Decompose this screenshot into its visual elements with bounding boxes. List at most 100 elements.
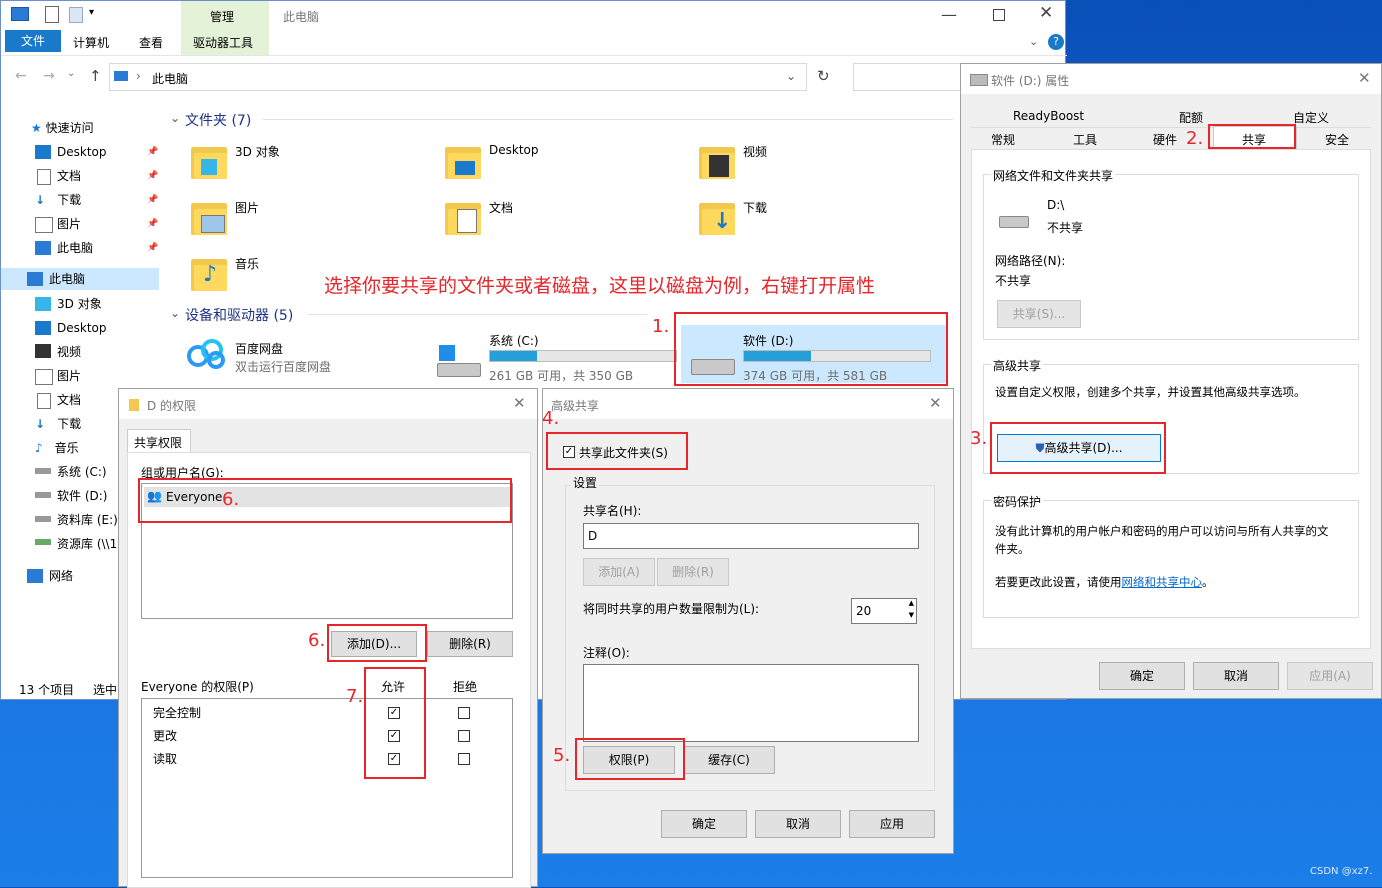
help-icon[interactable]: ? (1048, 34, 1064, 50)
user-limit-spinner[interactable]: 20 ▲ ▼ (851, 598, 917, 624)
add-share-button[interactable]: 添加(A) (583, 558, 655, 586)
tab-security[interactable]: 安全 (1325, 131, 1349, 148)
ok-button[interactable]: 确定 (1099, 662, 1185, 690)
properties-icon[interactable] (45, 6, 59, 23)
sidebar-item-videos[interactable]: 视频 (35, 341, 81, 363)
address-bar[interactable]: › 此电脑 ⌄ (109, 63, 807, 91)
sidebar-item-pictures[interactable]: 图片 (35, 213, 81, 235)
share-button[interactable]: 共享(S)... (997, 300, 1081, 328)
tab-share-permissions[interactable]: 共享权限 (127, 429, 191, 454)
tab-view[interactable]: 查看 (139, 33, 163, 53)
tab-drive-tools[interactable]: 驱动器工具 (193, 33, 253, 53)
pin-icon[interactable]: 📌 (147, 195, 158, 205)
sidebar-item-pictures2[interactable]: 图片 (35, 365, 81, 387)
customize-chevron-icon[interactable]: ▾ (89, 7, 94, 18)
folder-documents-icon[interactable] (445, 197, 481, 235)
apply-button[interactable]: 应用 (849, 810, 935, 838)
forward-icon[interactable]: → (43, 68, 55, 84)
remove-share-button[interactable]: 删除(R) (657, 558, 729, 586)
search-input[interactable] (853, 63, 973, 91)
folder-music-icon[interactable]: ♪ (191, 253, 227, 291)
deny-checkbox[interactable] (458, 730, 470, 742)
sidebar-item-docs[interactable]: 文档 (35, 165, 81, 187)
new-folder-icon[interactable] (69, 7, 83, 23)
deny-checkbox[interactable] (458, 707, 470, 719)
sidebar-item-downloads[interactable]: ↓ 下载 (35, 189, 81, 211)
tab-hardware[interactable]: 硬件 (1153, 131, 1177, 148)
tab-tools[interactable]: 工具 (1073, 131, 1097, 148)
sidebar-item-network-drive[interactable]: 资源库 (\\1 (35, 533, 117, 555)
share-name-input[interactable]: D (583, 523, 919, 549)
pin-icon[interactable]: 📌 (147, 147, 158, 157)
folder-label[interactable]: 3D 对象 (235, 143, 280, 160)
spin-down-icon[interactable]: ▼ (909, 611, 914, 619)
apply-button[interactable]: 应用(A) (1287, 662, 1373, 690)
cancel-button[interactable]: 取消 (755, 810, 841, 838)
cancel-button[interactable]: 取消 (1193, 662, 1279, 690)
tab-computer[interactable]: 计算机 (73, 33, 109, 53)
baidu-name[interactable]: 百度网盘 (235, 340, 283, 357)
folder-label[interactable]: 下载 (743, 199, 767, 216)
tab-readyboost[interactable]: ReadyBoost (1013, 109, 1084, 123)
ok-button[interactable]: 确定 (661, 810, 747, 838)
spin-up-icon[interactable]: ▲ (909, 599, 914, 607)
close-icon[interactable]: ✕ (1039, 3, 1053, 23)
breadcrumb[interactable]: 此电脑 (152, 70, 188, 87)
maximize-icon[interactable] (993, 9, 1005, 21)
folder-pictures-icon[interactable] (191, 197, 227, 235)
tab-general[interactable]: 常规 (991, 131, 1015, 148)
close-icon[interactable]: ✕ (1358, 69, 1371, 87)
comment-textarea[interactable] (583, 664, 919, 742)
folder-label[interactable]: 音乐 (235, 255, 259, 272)
tab-quota[interactable]: 配额 (1179, 109, 1203, 126)
tab-manage[interactable]: 管理 (210, 8, 234, 25)
windows-drive-icon[interactable] (437, 345, 481, 377)
close-icon[interactable]: ✕ (513, 394, 526, 412)
tab-file[interactable]: 文件 (5, 30, 61, 52)
deny-checkbox[interactable] (458, 753, 470, 765)
folder-label[interactable]: 图片 (235, 199, 259, 216)
collapse-ribbon-icon[interactable]: ⌄ (1029, 35, 1038, 48)
pin-icon[interactable]: 📌 (147, 243, 158, 253)
sidebar-item-desktop[interactable]: Desktop (35, 141, 107, 163)
back-icon[interactable]: ← (15, 68, 27, 84)
folder-downloads-icon[interactable]: ↓ (699, 197, 735, 235)
sidebar-item-downloads2[interactable]: ↓ 下载 (35, 413, 81, 435)
folder-desktop-icon[interactable] (445, 141, 481, 179)
sidebar-item-drive-e[interactable]: 资料库 (E:) (35, 509, 118, 531)
sidebar-item-network[interactable]: 网络 (27, 565, 73, 587)
up-icon[interactable]: ↑ (89, 67, 102, 85)
tab-custom[interactable]: 自定义 (1293, 109, 1329, 126)
devices-chevron-icon[interactable]: ⌄ (170, 306, 180, 320)
folder-label[interactable]: 视频 (743, 143, 767, 160)
sidebar-item-drive-c[interactable]: 系统 (C:) (35, 461, 107, 483)
refresh-icon[interactable]: ↻ (817, 67, 830, 85)
advanced-sharing-group-label: 高级共享 (991, 357, 1044, 374)
folder-label[interactable]: 文档 (489, 199, 513, 216)
folder-label[interactable]: Desktop (489, 143, 539, 157)
caching-button[interactable]: 缓存(C) (683, 746, 775, 774)
minimize-icon[interactable]: — (941, 5, 957, 24)
baidu-cloud-icon[interactable] (183, 337, 225, 375)
remove-user-button[interactable]: 删除(R) (427, 631, 513, 657)
devices-header[interactable]: 设备和驱动器 (5) (185, 305, 293, 325)
pin-icon[interactable]: 📌 (147, 171, 158, 181)
address-dropdown-icon[interactable]: ⌄ (786, 69, 796, 83)
sidebar-item-desktop2[interactable]: Desktop (35, 317, 107, 339)
drive-c-name[interactable]: 系统 (C:) (489, 332, 539, 349)
sidebar-item-drive-d[interactable]: 软件 (D:) (35, 485, 107, 507)
folders-header[interactable]: 文件夹 (7) (185, 110, 251, 130)
sidebar-item-docs2[interactable]: 文档 (35, 389, 81, 411)
pin-icon[interactable]: 📌 (147, 219, 158, 229)
folder-videos-icon[interactable] (699, 141, 735, 179)
recent-dropdown-icon[interactable]: ⌄ (67, 68, 75, 79)
folders-chevron-icon[interactable]: ⌄ (170, 111, 180, 125)
sidebar-item-this-pc-quick[interactable]: 此电脑 (35, 237, 93, 259)
sidebar-item-music[interactable]: ♪ 音乐 (35, 437, 79, 459)
folder-3d-icon[interactable] (191, 141, 227, 179)
sidebar-item-3d[interactable]: 3D 对象 (35, 293, 102, 315)
close-icon[interactable]: ✕ (929, 394, 942, 412)
sidebar-item-quick-access[interactable]: ★ 快速访问 (31, 117, 94, 139)
sidebar-item-this-pc[interactable]: 此电脑 (27, 268, 85, 290)
network-sharing-center-link[interactable]: 网络和共享中心 (1122, 575, 1203, 589)
